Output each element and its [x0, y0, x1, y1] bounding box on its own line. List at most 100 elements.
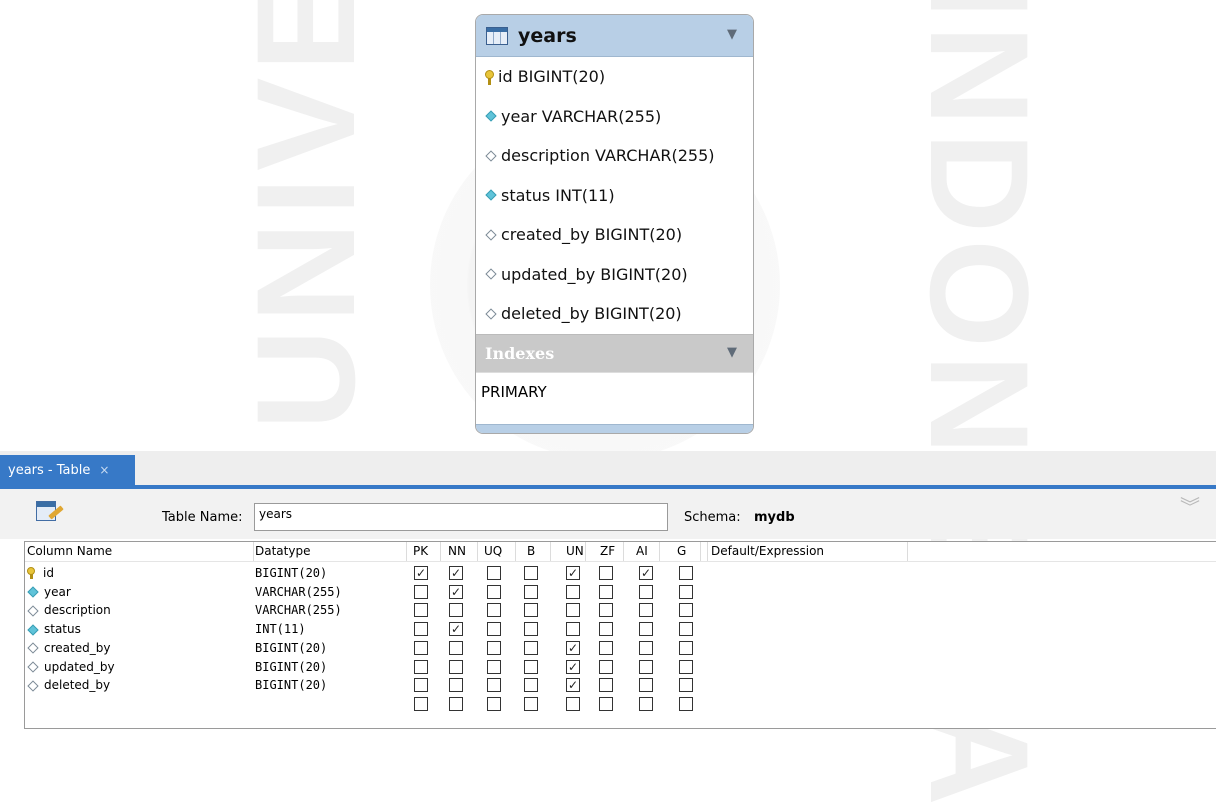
zf-checkbox[interactable]: [599, 678, 613, 693]
column-name-cell[interactable]: created_by: [27, 641, 110, 655]
column-name-cell[interactable]: updated_by: [27, 660, 115, 674]
nn-checkbox[interactable]: [449, 603, 463, 618]
columns-grid[interactable]: Column Name Datatype PK NN UQ B UN ZF AI G Default…: [24, 541, 1216, 729]
nn-checkbox[interactable]: ✓: [449, 584, 463, 599]
nn-checkbox[interactable]: [449, 678, 463, 693]
ai-checkbox[interactable]: [639, 603, 653, 618]
uq-checkbox[interactable]: [487, 622, 501, 637]
pk-checkbox[interactable]: [414, 584, 428, 599]
un-checkbox[interactable]: ✓: [566, 678, 580, 693]
zf-checkbox[interactable]: [599, 659, 613, 674]
zf-checkbox[interactable]: [599, 584, 613, 599]
g-checkbox[interactable]: [679, 584, 693, 599]
column-name-cell[interactable]: deleted_by: [27, 678, 110, 692]
g-checkbox[interactable]: [679, 659, 693, 674]
uq-checkbox[interactable]: [487, 603, 501, 618]
b-checkbox[interactable]: [524, 566, 538, 580]
g-checkbox[interactable]: [679, 678, 693, 693]
nn-checkbox[interactable]: ✓: [449, 622, 463, 637]
table-row[interactable]: deleted_by BIGINT(20) ✓: [25, 676, 1216, 695]
pk-checkbox[interactable]: ✓: [414, 566, 428, 580]
table-row[interactable]: year VARCHAR(255) ✓: [25, 583, 1216, 602]
zf-checkbox[interactable]: [599, 696, 613, 711]
table-row[interactable]: updated_by BIGINT(20) ✓: [25, 658, 1216, 677]
entity-column-row[interactable]: description VARCHAR(255): [476, 136, 753, 176]
table-row[interactable]: created_by BIGINT(20) ✓: [25, 639, 1216, 658]
indexes-collapse-arrow-icon[interactable]: ▼: [727, 345, 737, 360]
grid-header-pk[interactable]: PK: [413, 544, 428, 558]
g-checkbox[interactable]: [679, 603, 693, 618]
zf-checkbox[interactable]: [599, 603, 613, 618]
b-checkbox[interactable]: [524, 584, 538, 599]
un-checkbox[interactable]: ✓: [566, 566, 580, 580]
b-checkbox[interactable]: [524, 678, 538, 693]
datatype-cell[interactable]: BIGINT(20): [255, 641, 327, 655]
g-checkbox[interactable]: [679, 696, 693, 711]
ai-checkbox[interactable]: [639, 584, 653, 599]
column-separator[interactable]: [623, 542, 624, 561]
pk-checkbox[interactable]: [414, 603, 428, 618]
uq-checkbox[interactable]: [487, 659, 501, 674]
table-name-input[interactable]: years: [254, 503, 668, 531]
datatype-cell[interactable]: BIGINT(20): [255, 678, 327, 692]
zf-checkbox[interactable]: [599, 566, 613, 580]
uq-checkbox[interactable]: [487, 678, 501, 693]
grid-header-default-expression[interactable]: Default/Expression: [711, 544, 824, 558]
grid-header-g[interactable]: G: [677, 544, 686, 558]
close-icon[interactable]: ×: [99, 463, 109, 477]
b-checkbox[interactable]: [524, 622, 538, 637]
grid-header-ai[interactable]: AI: [636, 544, 648, 558]
column-separator[interactable]: [550, 542, 551, 561]
column-separator[interactable]: [477, 542, 478, 561]
entity-column-row[interactable]: id BIGINT(20): [476, 57, 753, 97]
column-separator[interactable]: [659, 542, 660, 561]
ai-checkbox[interactable]: [639, 678, 653, 693]
grid-header-un[interactable]: UN: [566, 544, 584, 558]
column-name-cell[interactable]: status: [27, 622, 81, 636]
g-checkbox[interactable]: [679, 640, 693, 655]
index-row[interactable]: PRIMARY: [476, 371, 753, 411]
nn-checkbox[interactable]: ✓: [449, 566, 463, 580]
un-checkbox[interactable]: [566, 584, 580, 599]
entity-column-row[interactable]: updated_by BIGINT(20): [476, 255, 753, 295]
pk-checkbox[interactable]: [414, 678, 428, 693]
nn-checkbox[interactable]: [449, 696, 463, 711]
grid-header-nn[interactable]: NN: [448, 544, 466, 558]
entity-column-row[interactable]: deleted_by BIGINT(20): [476, 294, 753, 334]
zf-checkbox[interactable]: [599, 640, 613, 655]
un-checkbox[interactable]: ✓: [566, 640, 580, 655]
ai-checkbox[interactable]: [639, 696, 653, 711]
ai-checkbox[interactable]: ✓: [639, 566, 653, 580]
nn-checkbox[interactable]: [449, 640, 463, 655]
g-checkbox[interactable]: [679, 622, 693, 637]
tab-years-table[interactable]: years - Table ×: [0, 455, 135, 485]
datatype-cell[interactable]: VARCHAR(255): [255, 603, 342, 617]
column-name-cell[interactable]: id: [27, 566, 54, 580]
collapse-chevrons-icon[interactable]: ︾: [1180, 497, 1200, 517]
datatype-cell[interactable]: BIGINT(20): [255, 566, 327, 580]
column-name-cell[interactable]: description: [27, 603, 111, 617]
b-checkbox[interactable]: [524, 659, 538, 674]
column-separator[interactable]: [907, 542, 908, 561]
un-checkbox[interactable]: [566, 622, 580, 637]
grid-header-uq[interactable]: UQ: [484, 544, 502, 558]
uq-checkbox[interactable]: [487, 584, 501, 599]
grid-header-datatype[interactable]: Datatype: [255, 544, 310, 558]
entity-header[interactable]: years ▼: [476, 15, 753, 57]
nn-checkbox[interactable]: [449, 659, 463, 674]
ai-checkbox[interactable]: [639, 659, 653, 674]
entity-column-row[interactable]: year VARCHAR(255): [476, 97, 753, 137]
ai-checkbox[interactable]: [639, 640, 653, 655]
datatype-cell[interactable]: INT(11): [255, 622, 306, 636]
datatype-cell[interactable]: VARCHAR(255): [255, 585, 342, 599]
grid-header-zf[interactable]: ZF: [600, 544, 615, 558]
uq-checkbox[interactable]: [487, 566, 501, 580]
column-separator[interactable]: [515, 542, 516, 561]
b-checkbox[interactable]: [524, 696, 538, 711]
ai-checkbox[interactable]: [639, 622, 653, 637]
column-separator[interactable]: [406, 542, 407, 561]
un-checkbox[interactable]: [566, 603, 580, 618]
uq-checkbox[interactable]: [487, 696, 501, 711]
collapse-arrow-icon[interactable]: ▼: [727, 27, 737, 42]
g-checkbox[interactable]: [679, 566, 693, 580]
